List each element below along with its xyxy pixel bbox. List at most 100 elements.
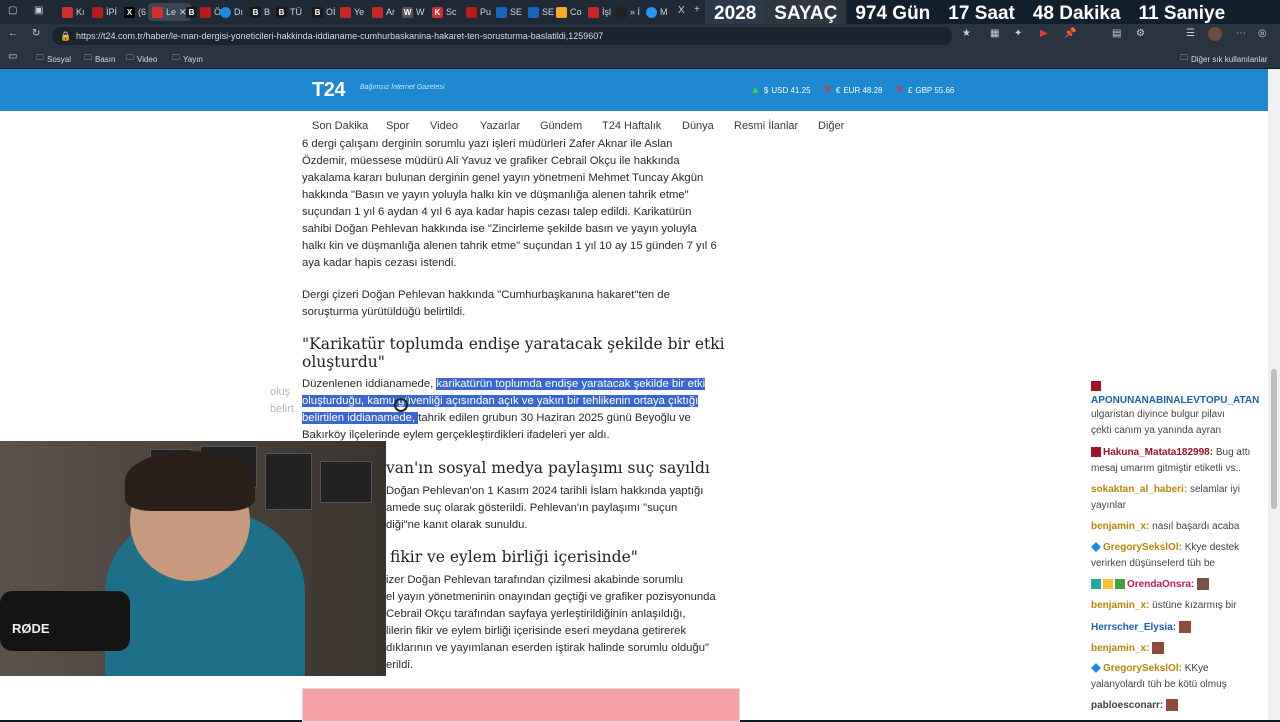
tab-8[interactable]: BB bbox=[250, 3, 270, 21]
tab-20[interactable]: » İ bbox=[616, 3, 640, 21]
tab-2[interactable]: İPİ bbox=[92, 3, 117, 21]
article-paragraph: 6 dergi çalışanı derginin sorumlu yazı i… bbox=[302, 138, 717, 269]
nav-overlay: Son Dakika Spor Video Yazarlar Gündem T2… bbox=[0, 111, 1268, 141]
text-selection: oluşturduğu, kamu güvenliği açısından aç… bbox=[302, 395, 699, 407]
nav-son-dakika[interactable]: Son Dakika bbox=[312, 120, 368, 132]
other-bookmarks[interactable]: 🗀 Diğer sık kullanılanlar bbox=[1180, 52, 1267, 66]
youtube-icon[interactable]: ▶ bbox=[1040, 28, 1048, 39]
tab-favicon-icon: W bbox=[402, 6, 413, 18]
bookmarks-bar: ▭ 🗀 Sosyal 🗀 Basın 🗀 Video 🗀 Yayın 🗀 Diğer sı… bbox=[0, 48, 1280, 68]
article-paragraph-selected[interactable]: Düzenlenen iddianamede, karikatürün topl… bbox=[302, 376, 742, 444]
copilot-icon[interactable]: ◎ bbox=[1258, 28, 1267, 39]
tab-overview-icon[interactable]: ▣ bbox=[34, 5, 43, 16]
chat-message: verirken düşünseIerd tüh be bbox=[1091, 558, 1215, 569]
nav-yazarlar[interactable]: Yazarlar bbox=[480, 120, 520, 132]
copy-icon[interactable]: ▤ bbox=[1112, 28, 1121, 39]
article-subheading: "Karikatür toplumda endişe yaratacak şek… bbox=[302, 335, 725, 371]
bookmark-folder-basin[interactable]: 🗀 Basın bbox=[84, 52, 115, 66]
ad-banner[interactable] bbox=[302, 688, 740, 722]
article-paragraph: izer Doğan Pehlevan tarafından çizilmesi… bbox=[386, 574, 716, 671]
chat-message: yalanyolardı tüh be kötü olmuş bbox=[1091, 679, 1227, 690]
pin-icon[interactable]: 📌 bbox=[1064, 28, 1076, 39]
gear-icon[interactable]: ⚙ bbox=[1136, 28, 1145, 39]
webcam-overlay: RØDE bbox=[0, 441, 386, 676]
reload-icon[interactable]: ↻ bbox=[32, 28, 40, 39]
chat-message: OrendaOnsra: bbox=[1091, 578, 1269, 591]
tab-3[interactable]: X (6 bbox=[124, 3, 146, 21]
badge-icon bbox=[1115, 579, 1125, 590]
tab-16[interactable]: SE bbox=[496, 3, 522, 21]
article-paragraph: Doğan Pehlevan'on 1 Kasım 2024 tarihli İ… bbox=[386, 485, 704, 531]
nav-resmi-ilanlar[interactable]: Resmi İlanlar bbox=[734, 120, 798, 132]
emote-icon bbox=[1166, 699, 1179, 712]
tab-1[interactable]: Kı bbox=[62, 3, 85, 21]
new-tab-icon[interactable]: + bbox=[694, 4, 700, 15]
bookmark-folder-yayin[interactable]: 🗀 Yayın bbox=[172, 52, 203, 66]
more-icon[interactable]: ⋯ bbox=[1236, 28, 1246, 39]
arrow-down-icon: ▼ bbox=[822, 84, 833, 96]
tab-11[interactable]: Ye bbox=[340, 3, 364, 21]
tab-17[interactable]: SE bbox=[528, 3, 554, 21]
diamond-icon bbox=[1091, 542, 1101, 553]
tab-favicon-icon bbox=[340, 6, 351, 18]
x-icon[interactable]: X bbox=[678, 5, 685, 16]
tab-9[interactable]: B TÜ bbox=[276, 3, 302, 21]
chat-message: benjamin_x: nasıl başardı acaba bbox=[1091, 521, 1240, 532]
nav-gundem[interactable]: Gündem bbox=[540, 120, 582, 132]
tab-19[interactable]: İşl bbox=[588, 3, 611, 21]
badge-icon bbox=[1091, 447, 1101, 458]
extension-icon[interactable]: ✦ bbox=[1014, 28, 1022, 39]
site-logo[interactable]: T24 bbox=[312, 79, 345, 102]
article-paragraph: Dergi çizeri Doğan Pehlevan hakkında "Cu… bbox=[302, 289, 670, 318]
lock-icon: 🔒 bbox=[60, 31, 72, 41]
rate-usd: ▲ $ USD 41.25 bbox=[750, 84, 811, 96]
drag-ghost-text: oluş belirt bbox=[270, 386, 294, 415]
nav-spor[interactable]: Spor bbox=[386, 120, 409, 132]
bookmark-folder-video[interactable]: 🗀 Video bbox=[126, 52, 157, 66]
cursor-icon bbox=[394, 398, 408, 412]
tab-15[interactable]: Pu bbox=[466, 3, 491, 21]
chat-message: GregorySekslOl: KKye bbox=[1091, 662, 1269, 675]
tab-10[interactable]: B Oİ bbox=[312, 3, 336, 21]
tab-13[interactable]: WW bbox=[402, 3, 425, 21]
chat-message: APONUNANABINALEVTOPU_ATAN bbox=[1091, 395, 1260, 406]
chat-message: yayınlar bbox=[1091, 500, 1127, 511]
x-icon: X bbox=[124, 6, 135, 18]
emote-icon bbox=[1197, 578, 1210, 591]
tab-12[interactable]: Ar bbox=[372, 3, 395, 21]
bookmark-folder-sosyal[interactable]: 🗀 Sosyal bbox=[36, 52, 71, 66]
collections-icon[interactable]: ☰ bbox=[1186, 28, 1195, 39]
window-menu-icon[interactable]: ▢ bbox=[8, 5, 17, 16]
site-tagline: Bağımsız İnternet Gazetesi bbox=[360, 84, 445, 91]
tab-favicon-icon bbox=[528, 6, 539, 18]
bookmarks-menu-icon[interactable]: ▭ bbox=[8, 51, 17, 62]
site-header: T24 Bağımsız İnternet Gazetesi ▲ $ USD 41.… bbox=[0, 69, 1268, 111]
wall-frame bbox=[265, 453, 312, 510]
wall-frame bbox=[320, 461, 372, 503]
nav-dunya[interactable]: Dünya bbox=[682, 120, 714, 132]
nav-diger[interactable]: Diğer bbox=[818, 120, 844, 132]
tab-14[interactable]: K Sc bbox=[432, 3, 457, 21]
chat-message: GregorySekslOl: Kkye destek bbox=[1091, 541, 1269, 554]
rate-eur: ▼ € EUR 48.28 bbox=[822, 84, 883, 96]
tab-favicon-icon: B bbox=[276, 6, 287, 18]
emote-icon bbox=[1178, 621, 1191, 634]
tab-21[interactable]: M bbox=[646, 3, 668, 21]
scroll-thumb[interactable] bbox=[1271, 369, 1277, 509]
folder-icon: 🗀 bbox=[126, 53, 134, 62]
page-scrollbar[interactable] bbox=[1268, 69, 1280, 720]
nav-t24-haftalik[interactable]: T24 Haftalık bbox=[602, 120, 661, 132]
url-field[interactable]: 🔒 https://t24.com.tr/haber/le-man-dergis… bbox=[52, 27, 952, 45]
tab-favicon-icon bbox=[372, 6, 383, 18]
back-icon[interactable]: ← bbox=[8, 28, 18, 39]
nav-video[interactable]: Video bbox=[430, 120, 458, 132]
tab-active[interactable]: Le ✕ bbox=[148, 3, 191, 21]
tab-18[interactable]: Co bbox=[556, 3, 582, 21]
tab-7[interactable]: Dı bbox=[220, 3, 243, 21]
arrow-down-icon: ▼ bbox=[894, 84, 905, 96]
extensions-icon[interactable]: ▦ bbox=[990, 28, 999, 39]
avatar[interactable] bbox=[1208, 27, 1222, 41]
diamond-icon bbox=[1091, 663, 1101, 674]
folder-icon: 🗀 bbox=[84, 53, 92, 62]
star-icon[interactable]: ★ bbox=[962, 28, 971, 39]
